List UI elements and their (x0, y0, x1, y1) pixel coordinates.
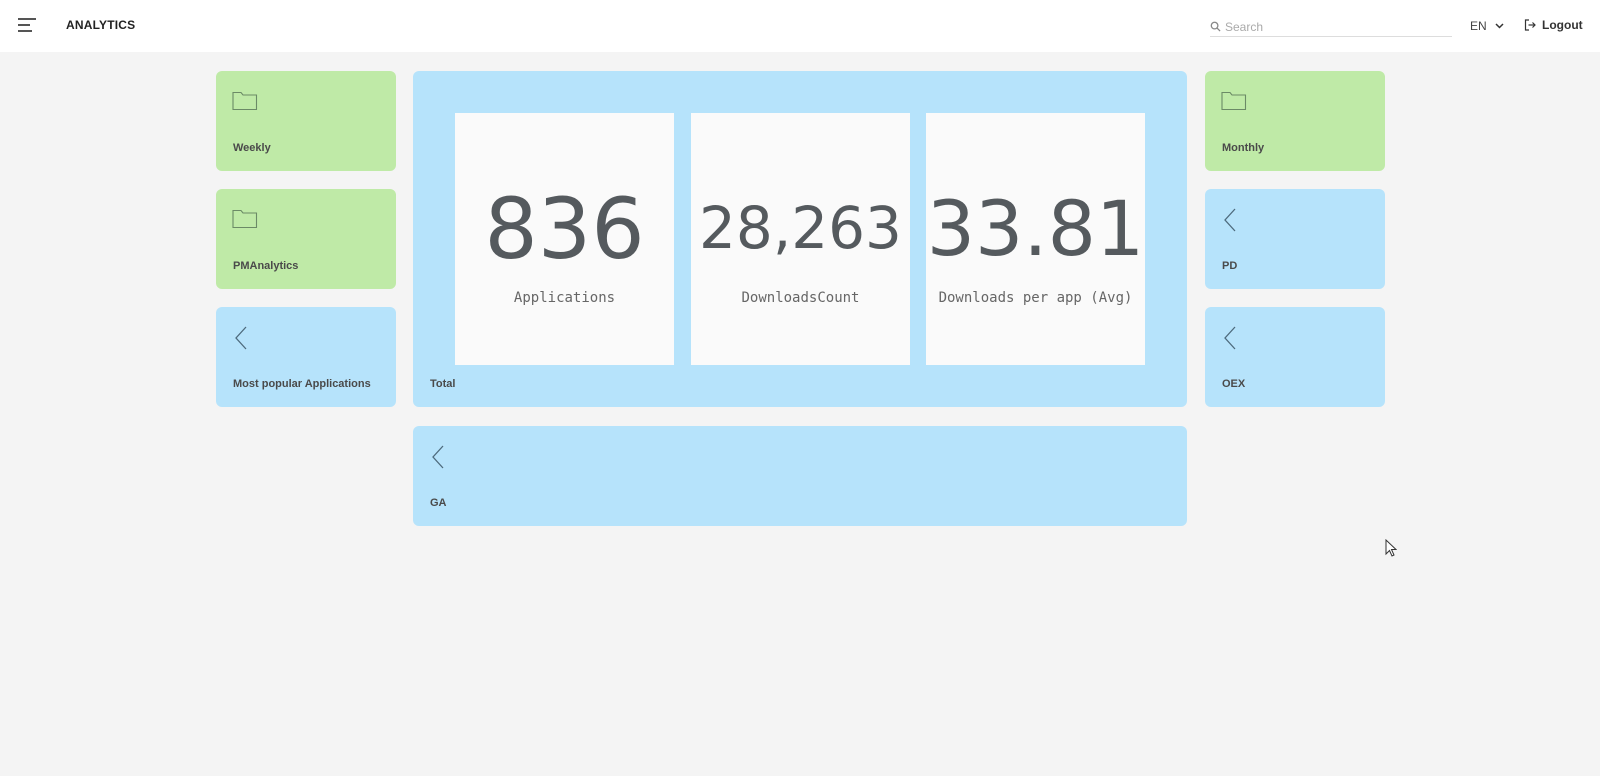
language-select[interactable]: EN (1470, 19, 1504, 33)
top-bar: ANALYTICS EN Logout (0, 0, 1600, 52)
tile-ga[interactable]: GA (413, 426, 1187, 526)
stat-label: DownloadsCount (741, 290, 860, 306)
tile-most-popular-applications[interactable]: Most popular Applications (216, 307, 396, 407)
tile-label: PD (1222, 260, 1238, 272)
stat-card-downloads-count: 28,263 DownloadsCount (691, 113, 910, 365)
stat-label: Downloads per app (Avg) (938, 290, 1133, 306)
tile-label: Weekly (233, 142, 271, 154)
tile-pmanalytics[interactable]: PMAnalytics (216, 189, 396, 289)
tile-label: Total (430, 378, 456, 390)
folder-icon (232, 209, 258, 229)
tile-label: OEX (1222, 378, 1246, 390)
stat-label: Applications (513, 290, 616, 306)
language-value: EN (1470, 19, 1487, 33)
tile-label: GA (430, 497, 447, 509)
tile-monthly[interactable]: Monthly (1205, 71, 1385, 171)
app-title: ANALYTICS (66, 18, 136, 32)
tile-label: Monthly (1222, 142, 1265, 154)
stat-value: 28,263 (699, 194, 902, 262)
mouse-cursor-icon (1385, 539, 1397, 557)
search-icon (1210, 21, 1221, 32)
folder-icon (232, 91, 258, 111)
tile-weekly[interactable]: Weekly (216, 71, 396, 171)
chevron-left-icon (1224, 326, 1236, 350)
search-box[interactable] (1210, 17, 1452, 37)
logout-icon (1524, 19, 1536, 31)
stat-value: 836 (484, 180, 645, 278)
stat-value: 33.81 (926, 184, 1145, 273)
tile-oex[interactable]: OEX (1205, 307, 1385, 407)
logout-button[interactable]: Logout (1524, 18, 1583, 32)
tile-label: PMAnalytics (233, 260, 299, 272)
logout-label: Logout (1542, 18, 1583, 32)
tile-total[interactable]: 836 Applications 28,263 DownloadsCount 3… (413, 71, 1187, 407)
stat-card-downloads-per-app: 33.81 Downloads per app (Avg) (926, 113, 1145, 365)
chevron-left-icon (432, 445, 444, 469)
tile-pd[interactable]: PD (1205, 189, 1385, 289)
folder-icon (1221, 91, 1247, 111)
stat-card-applications: 836 Applications (455, 113, 674, 365)
chevron-left-icon (235, 326, 247, 350)
search-input[interactable] (1225, 19, 1445, 34)
tile-label: Most popular Applications (233, 378, 371, 390)
chevron-left-icon (1224, 208, 1236, 232)
chevron-down-icon (1495, 23, 1504, 29)
hamburger-menu-icon[interactable] (18, 18, 36, 34)
